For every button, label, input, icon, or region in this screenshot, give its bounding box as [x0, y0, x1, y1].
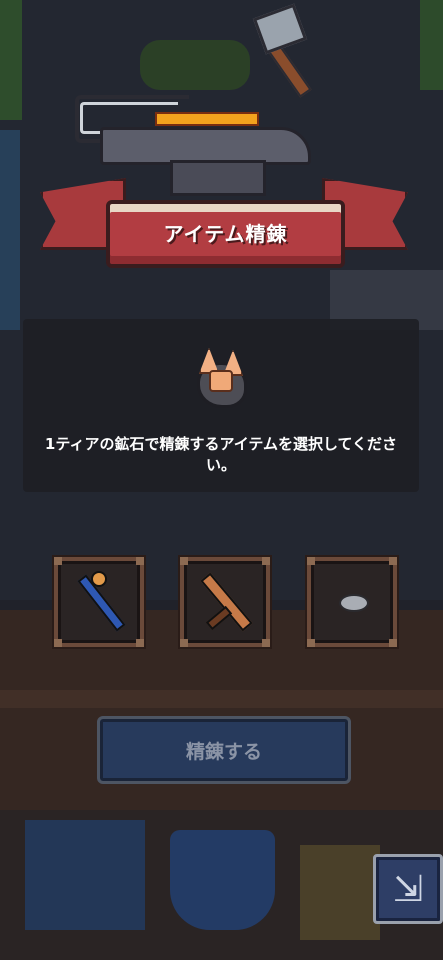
coin-icon	[339, 594, 369, 612]
hot-metal-bar	[155, 112, 259, 126]
expand-arrow-icon[interactable]: ⇲	[373, 854, 443, 924]
item-slot-coin[interactable]	[307, 557, 397, 647]
item-slot-wand[interactable]	[54, 557, 144, 647]
item-slot-sword[interactable]	[180, 557, 270, 647]
page-title: アイテム精錬	[163, 222, 288, 246]
refine-button[interactable]: 精錬する	[97, 716, 351, 784]
copper-ore-icon	[191, 348, 247, 408]
instruction-text: 1ティアの鉱石で精錬するアイテムを選択してください。	[44, 435, 398, 474]
